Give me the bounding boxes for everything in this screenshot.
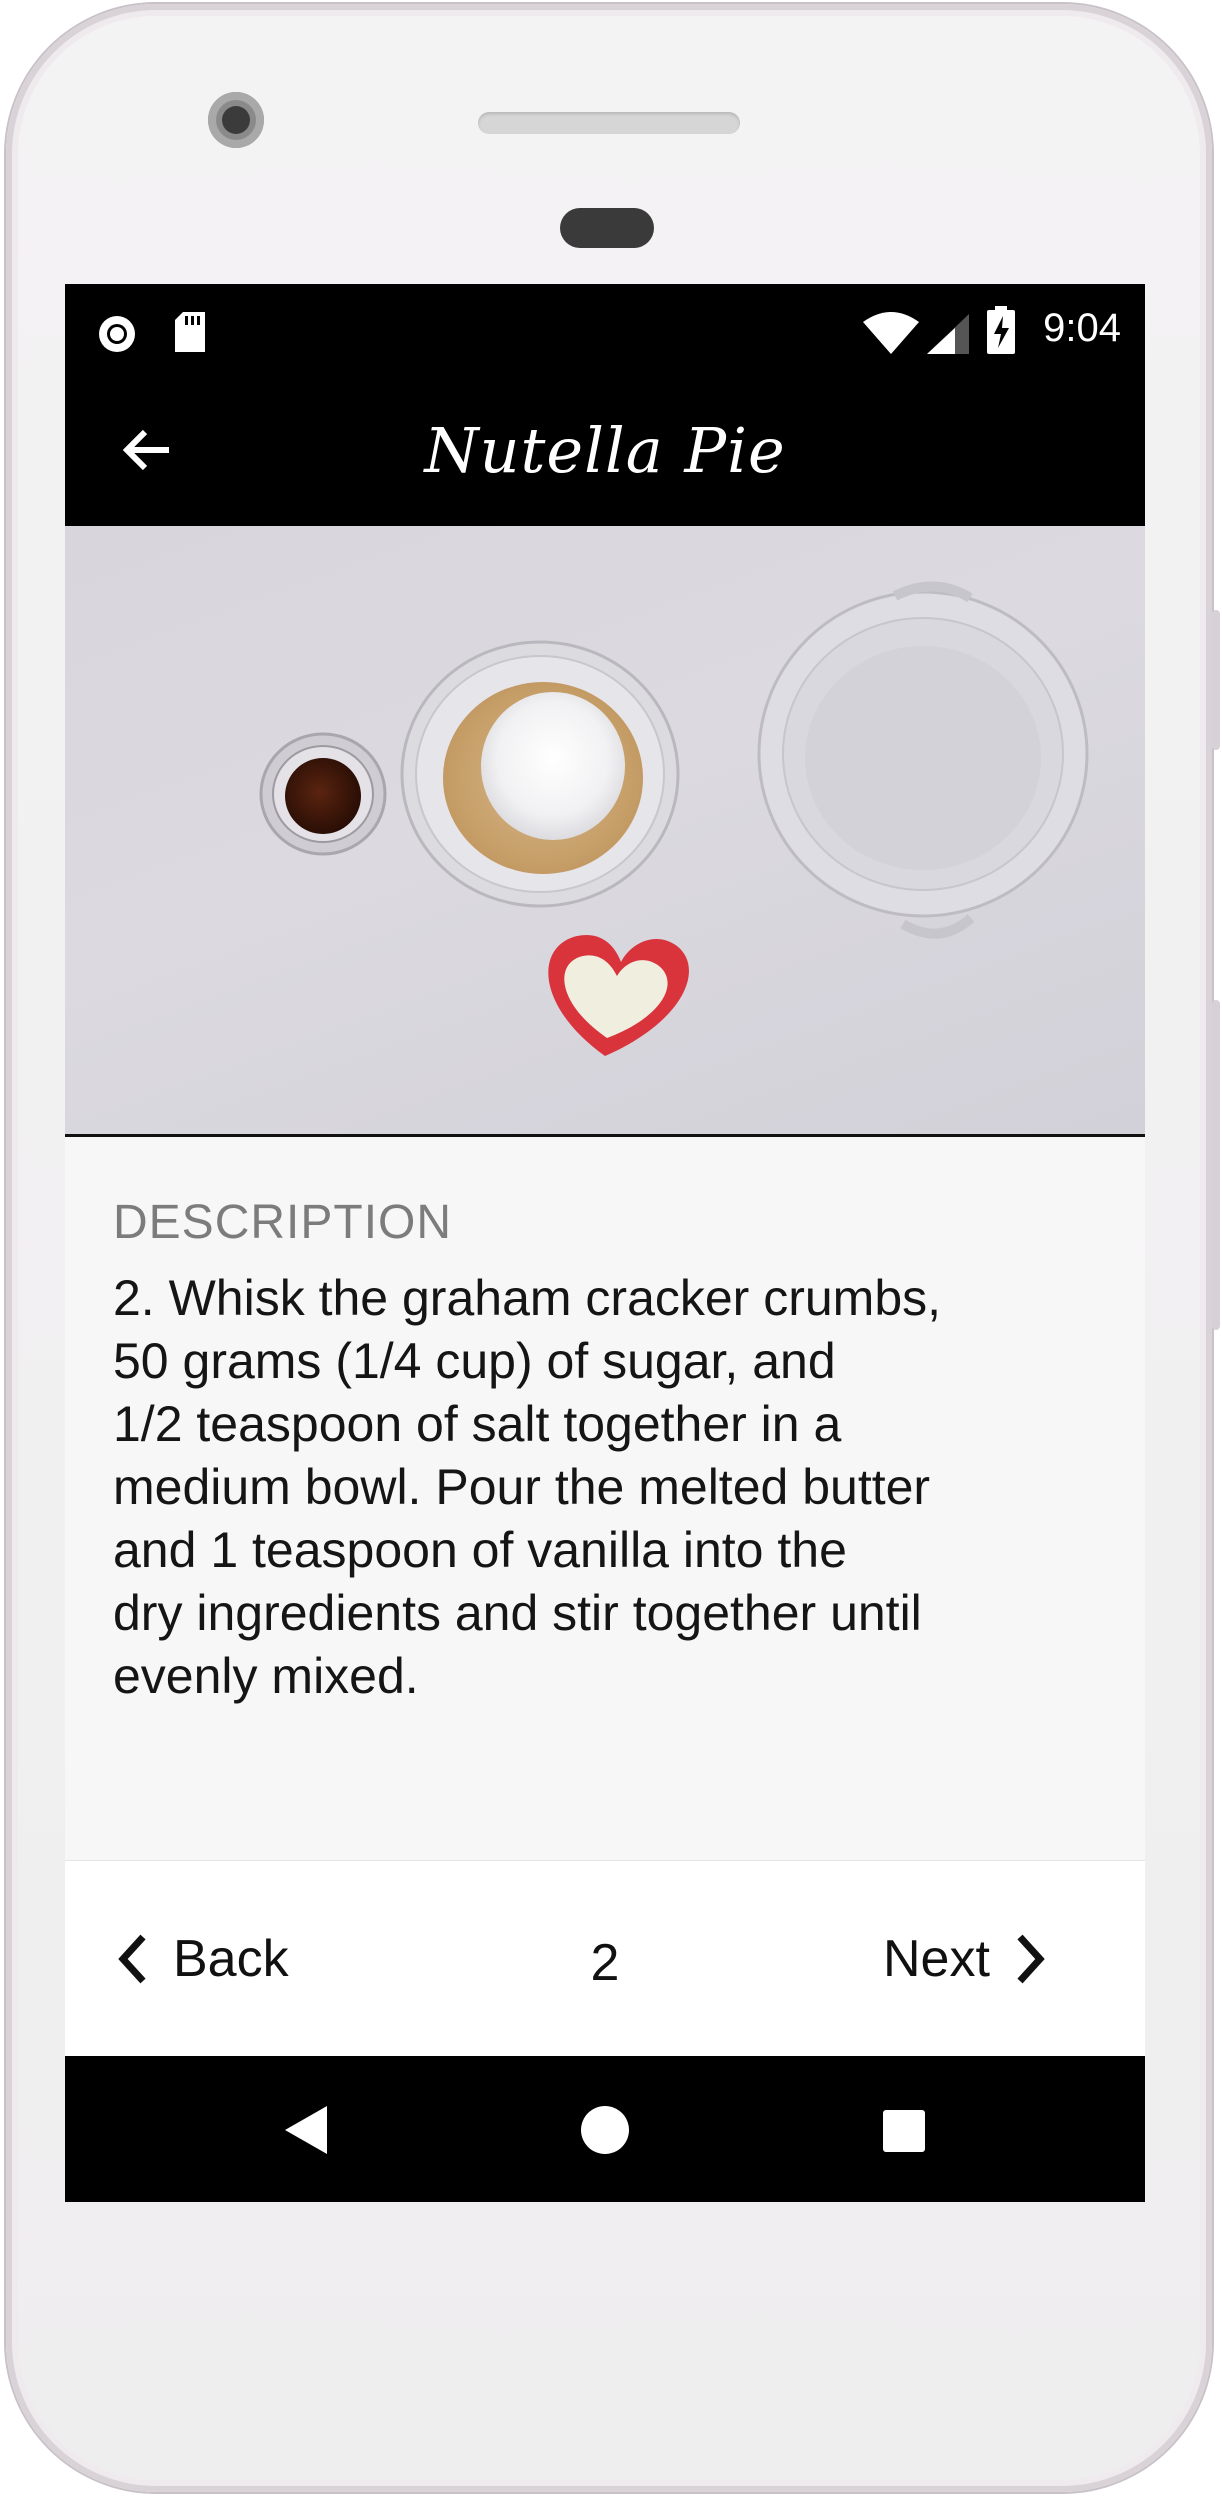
sd-card-icon [175, 312, 205, 352]
system-nav-bar [65, 2056, 1145, 2202]
status-time: 9:04 [1043, 306, 1121, 350]
status-bar: 9:04 [65, 284, 1145, 380]
wifi-icon [863, 312, 919, 354]
description-label: DESCRIPTION [113, 1196, 453, 1249]
nav-back-icon[interactable] [281, 2102, 331, 2158]
step-image [259, 581, 1089, 1056]
recipe-title: Nutella Pie [424, 414, 786, 487]
nav-home-icon[interactable] [579, 2104, 631, 2156]
description-panel: DESCRIPTION 2. Whisk the graham cracker … [65, 1137, 1145, 1879]
nav-recents-icon[interactable] [881, 2108, 927, 2154]
proximity-sensor [560, 208, 654, 248]
step-navigation: Back 2 Next [65, 1860, 1145, 2057]
chevron-right-icon [1017, 1934, 1045, 1984]
battery-charging-icon [987, 306, 1015, 354]
earpiece-speaker [478, 112, 740, 134]
record-icon [99, 316, 135, 352]
camera-lens [222, 106, 250, 134]
app-toolbar: Nutella Pie [65, 380, 1145, 526]
description-text: 2. Whisk the graham cracker crumbs, 50 g… [113, 1270, 942, 1704]
step-video-player[interactable] [65, 526, 1145, 1137]
screen: 9:04 Nutella Pie DESCRIPTION 2. Whisk th… [65, 284, 1145, 2202]
power-button [1212, 610, 1220, 750]
volume-button [1212, 1000, 1220, 1330]
signal-icon [927, 314, 969, 354]
next-label: Next [883, 1930, 990, 1988]
next-button[interactable]: Next [883, 1923, 1050, 1995]
